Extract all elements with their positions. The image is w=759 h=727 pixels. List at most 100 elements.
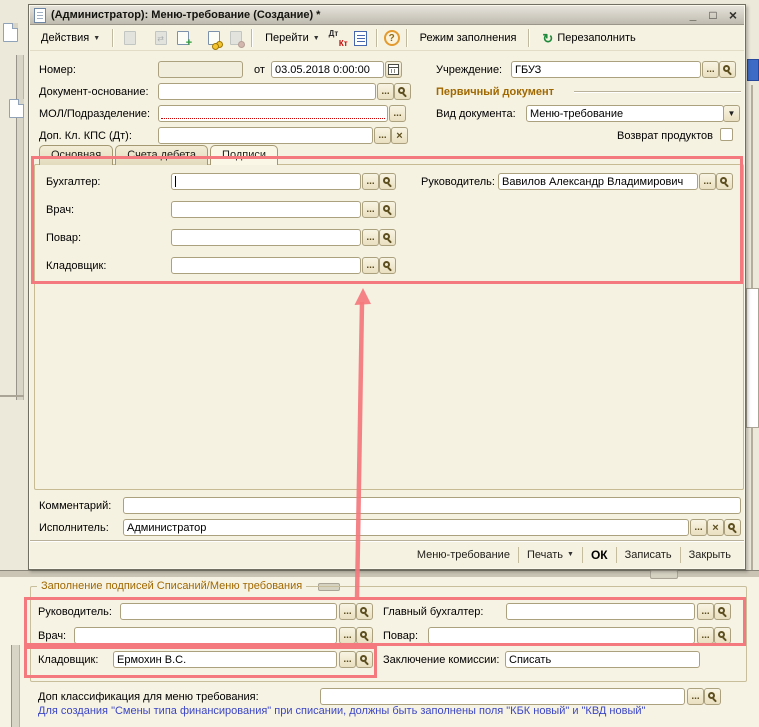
executor-ellipsis-button[interactable]: ... [690,519,707,536]
comment-field[interactable] [123,497,741,514]
return-products-label: Возврат продуктов [617,130,713,142]
tab-scheta-debeta[interactable]: Счета дебета [115,145,208,165]
head-label: Руководитель: [421,176,495,188]
executor-field[interactable]: Администратор [123,519,689,536]
institution-ellipsis-button[interactable]: ... [702,61,719,78]
post-document-icon[interactable] [204,29,223,48]
splitter-handle[interactable] [650,570,678,579]
caret-down-icon: ▼ [93,35,100,42]
bp-commission-field[interactable]: Списать [505,651,700,668]
base-document-lookup-button[interactable] [394,83,411,100]
help-icon[interactable]: ? [384,30,400,46]
ok-button[interactable]: ОК [583,548,616,562]
cook-ellipsis-button[interactable]: ... [362,229,379,246]
executor-label: Исполнитель: [39,522,109,534]
number-field[interactable] [158,61,243,78]
extra-class-label: Доп классификация для меню требования: [38,691,259,703]
cook-lookup-button[interactable] [379,229,396,246]
institution-field[interactable]: ГБУЗ [511,61,701,78]
dop-kps-label: Доп. Кл. КПС (Дт): [39,130,132,142]
bp-cook-ellipsis-button[interactable]: ... [697,627,714,644]
actions-menu-button[interactable]: Действия ▼ [35,28,106,48]
refill-button[interactable]: ↻ Перезаполнить [536,28,641,49]
maximize-button[interactable]: □ [706,8,720,22]
close-window-button[interactable]: Закрыть [681,549,739,561]
base-document-field[interactable] [158,83,376,100]
bp-doctor-field[interactable] [74,627,337,644]
bp-head-field[interactable] [120,603,337,620]
base-document-ellipsis-button[interactable]: ... [377,83,394,100]
goto-menu-button[interactable]: Перейти ▼ [259,28,326,48]
document-kind-combo[interactable]: Меню-требование [526,105,724,122]
bp-cook-field[interactable] [428,627,695,644]
mol-field[interactable] [158,105,388,122]
document-kind-dropdown-button[interactable]: ▼ [723,105,740,122]
institution-lookup-button[interactable] [719,61,736,78]
reread-icon[interactable]: ⇄ [151,29,170,48]
extra-class-field[interactable] [320,688,685,705]
dtkt-icon[interactable]: ДтКт [329,29,348,48]
doctor-ellipsis-button[interactable]: ... [362,201,379,218]
title-bar[interactable]: (Администратор): Меню-требование (Создан… [30,6,744,25]
magnifier-icon [708,692,715,699]
storekeeper-field[interactable] [171,257,361,274]
bp-storekeeper-lookup-button[interactable] [356,651,373,668]
bp-cook-lookup-button[interactable] [714,627,731,644]
bp-doctor-lookup-button[interactable] [356,627,373,644]
magnifier-icon [360,631,367,638]
cook-field[interactable] [171,229,361,246]
save-button[interactable]: Записать [617,549,680,561]
dop-kps-ellipsis-button[interactable]: ... [374,127,391,144]
bp-chief-accountant-ellipsis-button[interactable]: ... [697,603,714,620]
bp-storekeeper-field[interactable]: Ермохин В.С. [113,651,337,668]
footer-button-bar: Меню-требование Печать▼ ОК Записать Закр… [30,540,744,568]
calendar-icon [388,64,399,75]
magnifier-icon [360,607,367,614]
dop-kps-clear-button[interactable]: × [391,127,408,144]
minimize-button[interactable]: _ [686,8,700,22]
extra-class-lookup-button[interactable] [704,688,721,705]
menu-trebovanie-button[interactable]: Меню-требование [409,549,518,561]
doctor-lookup-button[interactable] [379,201,396,218]
bp-doctor-ellipsis-button[interactable]: ... [339,627,356,644]
executor-clear-button[interactable]: × [707,519,724,536]
executor-lookup-button[interactable] [724,519,741,536]
insert-basedon-icon[interactable] [120,29,139,48]
copy-document-icon[interactable]: + [173,29,192,48]
storekeeper-ellipsis-button[interactable]: ... [362,257,379,274]
magnifier-icon [398,87,405,94]
tab-podpisi[interactable]: Подписи [210,145,278,165]
extra-class-ellipsis-button[interactable]: ... [687,688,704,705]
head-field[interactable]: Вавилов Александр Владимирович [498,173,698,190]
magnifier-icon [383,233,390,240]
head-lookup-button[interactable] [716,173,733,190]
bp-head-lookup-button[interactable] [356,603,373,620]
doctor-label: Врач: [46,204,74,216]
bp-chief-accountant-field[interactable] [506,603,695,620]
bp-storekeeper-label: Кладовщик: [38,654,98,666]
calendar-button[interactable] [385,61,402,78]
document-register-icon[interactable] [351,29,370,48]
bp-doctor-label: Врач: [38,630,66,642]
accountant-lookup-button[interactable] [379,173,396,190]
print-button[interactable]: Печать▼ [519,549,582,561]
caret-down-icon: ▼ [313,35,320,42]
head-ellipsis-button[interactable]: ... [699,173,716,190]
accountant-field[interactable] [171,173,361,190]
mol-ellipsis-button[interactable]: ... [389,105,406,122]
groupbox-legend: Заполнение подписей Списаний/Меню требов… [37,580,306,592]
doctor-field[interactable] [171,201,361,218]
storekeeper-lookup-button[interactable] [379,257,396,274]
toolbar-separator [112,29,114,47]
bp-storekeeper-ellipsis-button[interactable]: ... [339,651,356,668]
bp-head-ellipsis-button[interactable]: ... [339,603,356,620]
accountant-ellipsis-button[interactable]: ... [362,173,379,190]
return-products-checkbox[interactable] [720,128,733,141]
unpost-document-icon[interactable] [226,29,245,48]
close-button[interactable]: × [726,8,740,22]
date-field[interactable]: 03.05.2018 0:00:00 [271,61,384,78]
tab-osnovnaya[interactable]: Основная [39,145,113,165]
fill-mode-button[interactable]: Режим заполнения [414,28,523,48]
bp-chief-accountant-lookup-button[interactable] [714,603,731,620]
dop-kps-field[interactable] [158,127,373,144]
